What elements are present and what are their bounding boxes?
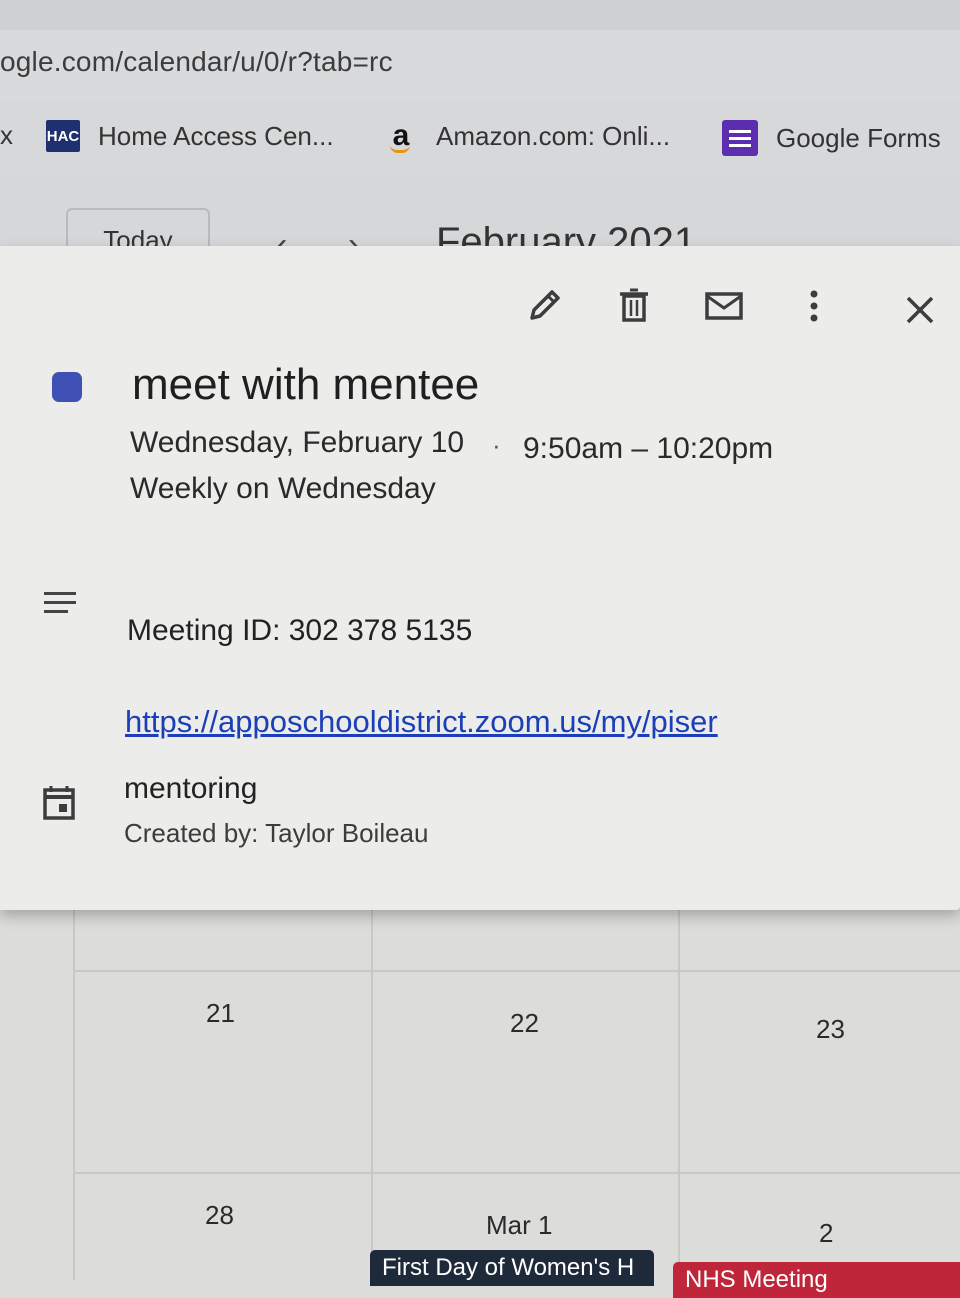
event-color-indicator xyxy=(52,372,82,402)
event-time: 9:50am – 10:20pm xyxy=(523,432,774,465)
bookmark-label: Google Forms xyxy=(776,122,941,153)
hac-logo-icon: HAC xyxy=(46,120,80,152)
grid-line xyxy=(73,1172,960,1174)
event-calendar-name: mentoring xyxy=(124,772,258,805)
day-cell-mar-2[interactable]: 2 xyxy=(819,1218,833,1249)
day-cell-23[interactable]: 23 xyxy=(816,1014,845,1045)
bookmark-label: Amazon.com: Onli... xyxy=(436,120,671,151)
amazon-logo-icon: a xyxy=(384,119,418,153)
description-icon xyxy=(44,592,80,620)
grid-line xyxy=(73,970,960,972)
calendar-icon xyxy=(42,784,76,822)
day-cell-28[interactable]: 28 xyxy=(205,1200,234,1231)
day-cell-22[interactable]: 22 xyxy=(510,1008,539,1039)
more-options-icon[interactable] xyxy=(792,284,836,328)
event-detail-popup xyxy=(0,246,960,910)
event-title: meet with mentee xyxy=(132,360,480,409)
event-description: Meeting ID: 302 378 5135 xyxy=(127,614,473,647)
bookmark-home-access-center[interactable]: HAC Home Access Cen... xyxy=(46,114,334,158)
grid-line xyxy=(73,900,75,1280)
edit-icon[interactable] xyxy=(522,284,566,328)
event-chip-womens-history[interactable]: First Day of Women's H xyxy=(370,1250,654,1286)
google-forms-icon xyxy=(722,120,758,156)
bookmark-amazon[interactable]: a Amazon.com: Onli... xyxy=(384,114,670,158)
bookmark-truncated-prefix[interactable]: x xyxy=(0,120,13,151)
day-cell-mar-1[interactable]: Mar 1 xyxy=(486,1210,552,1241)
bookmark-label: Home Access Cen... xyxy=(98,120,334,151)
event-recurrence: Weekly on Wednesday xyxy=(130,472,436,505)
delete-icon[interactable] xyxy=(612,284,656,328)
date-time-separator: · xyxy=(492,430,501,460)
url-text[interactable]: ogle.com/calendar/u/0/r?tab=rc xyxy=(0,46,393,78)
zoom-meeting-link[interactable]: https://apposchooldistrict.zoom.us/my/pi… xyxy=(125,704,718,740)
event-chip-nhs-meeting[interactable]: NHS Meeting xyxy=(673,1262,960,1298)
event-date: Wednesday, February 10 xyxy=(130,426,465,459)
event-creator: Created by: Taylor Boileau xyxy=(124,818,429,848)
day-cell-21[interactable]: 21 xyxy=(206,998,235,1029)
grid-line xyxy=(678,900,680,1280)
bookmark-google-forms[interactable]: Google Forms xyxy=(722,116,941,160)
email-icon[interactable] xyxy=(702,284,746,328)
browser-tab-strip xyxy=(0,0,960,30)
grid-line xyxy=(371,900,373,1280)
close-icon[interactable] xyxy=(898,288,942,332)
calendar-toolbar: Today ‹ › February 2021 xyxy=(0,176,960,256)
